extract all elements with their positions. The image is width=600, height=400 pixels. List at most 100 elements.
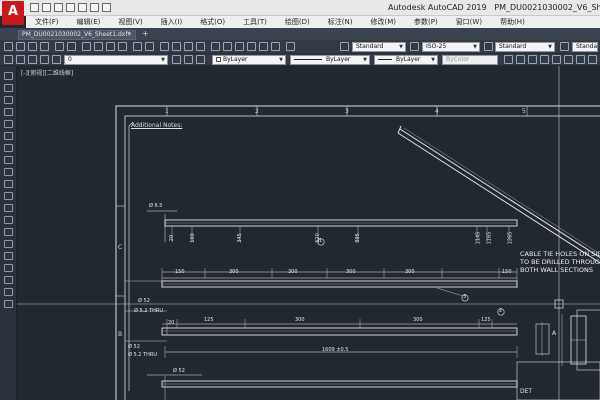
viewport-label[interactable]: [-][俯视][二维线框] (21, 68, 73, 77)
polyline-icon[interactable] (4, 96, 13, 104)
insert-block-icon[interactable] (4, 204, 13, 212)
new-file-icon[interactable] (30, 3, 39, 12)
table-style-icon[interactable] (484, 42, 493, 51)
layer-color-icon[interactable] (52, 55, 61, 64)
menu-window[interactable]: 窗口(W) (447, 17, 491, 27)
properties-icon[interactable] (211, 42, 220, 51)
cut-icon[interactable] (82, 42, 91, 51)
ordinate-dimension-icon[interactable] (540, 55, 549, 64)
layer-on-icon[interactable] (16, 55, 25, 64)
dim-300-b: 300 (288, 269, 298, 275)
menu-help[interactable]: 帮助(H) (491, 17, 534, 27)
drawing-canvas[interactable]: [-][俯视][二维线框] Additional Notes: CABLE TI… (17, 66, 600, 400)
copy-icon[interactable] (94, 42, 103, 51)
save-as-icon[interactable] (66, 3, 75, 12)
publish-icon[interactable] (67, 42, 76, 51)
add-selected-icon[interactable] (4, 300, 13, 308)
new-icon[interactable] (4, 42, 13, 51)
menu-dimension[interactable]: 标注(N) (319, 17, 362, 27)
layer-previous-icon[interactable] (184, 55, 193, 64)
redo-icon[interactable] (145, 42, 154, 51)
jogged-dimension-icon[interactable] (564, 55, 573, 64)
line-tool-icon[interactable] (4, 72, 13, 80)
open-file-icon[interactable] (42, 3, 51, 12)
menu-parametric[interactable]: 参数(P) (405, 17, 447, 27)
layer-lock-icon[interactable] (40, 55, 49, 64)
region-icon[interactable] (4, 264, 13, 272)
layer-freeze-icon[interactable] (28, 55, 37, 64)
angular-dimension-icon[interactable] (588, 55, 597, 64)
rectangle-icon[interactable] (4, 120, 13, 128)
layer-select[interactable]: 0 ▼ (64, 55, 168, 65)
ellipse-arc-icon[interactable] (4, 192, 13, 200)
menu-modify[interactable]: 修改(M) (361, 17, 405, 27)
menu-file[interactable]: 文件(F) (26, 17, 68, 27)
text-style-icon[interactable] (340, 42, 349, 51)
open-icon[interactable] (16, 42, 25, 51)
multileader-style-icon[interactable] (560, 42, 569, 51)
menu-draw[interactable]: 绘图(D) (276, 17, 319, 27)
dim-125-left: 125 (204, 317, 214, 323)
polygon-icon[interactable] (4, 108, 13, 116)
linetype-select[interactable]: ByLayer ▼ (290, 55, 370, 65)
table-icon[interactable] (4, 276, 13, 284)
menu-insert[interactable]: 插入(I) (152, 17, 192, 27)
lineweight-select[interactable]: ByLayer ▼ (374, 55, 438, 65)
print-icon[interactable] (78, 3, 87, 12)
dimension-style-icon[interactable] (410, 42, 419, 51)
linear-dimension-icon[interactable] (504, 55, 513, 64)
revision-cloud-icon[interactable] (4, 156, 13, 164)
spline-icon[interactable] (4, 168, 13, 176)
part-row-1 (147, 210, 518, 246)
menu-tools[interactable]: 工具(T) (234, 17, 276, 27)
point-icon[interactable] (4, 228, 13, 236)
dimension-style-select[interactable]: ISO-25 ▼ (422, 42, 480, 52)
zoom-window-icon[interactable] (184, 42, 193, 51)
hatch-icon[interactable] (4, 240, 13, 248)
make-current-layer-icon[interactable] (172, 55, 181, 64)
ellipse-icon[interactable] (4, 180, 13, 188)
drawing-tab[interactable]: PM_DU0021030002_V6_Sheet1.dxf* × (18, 30, 136, 40)
menu-view[interactable]: 视图(V) (109, 17, 151, 27)
diameter-dimension-icon[interactable] (576, 55, 585, 64)
tool-palettes-icon[interactable] (235, 42, 244, 51)
undo-icon[interactable] (133, 42, 142, 51)
new-tab-button[interactable]: + (142, 30, 149, 38)
quickcalc-icon[interactable] (271, 42, 280, 51)
zoom-previous-icon[interactable] (196, 42, 205, 51)
plot-preview-icon[interactable] (55, 42, 64, 51)
color-select[interactable]: ByLayer ▼ (212, 55, 286, 65)
design-center-icon[interactable] (223, 42, 232, 51)
layer-state-icon[interactable] (196, 55, 205, 64)
redo-icon[interactable] (102, 3, 111, 12)
markup-icon[interactable] (259, 42, 268, 51)
circle-icon[interactable] (4, 144, 13, 152)
layer-properties-icon[interactable] (4, 55, 13, 64)
plot-icon[interactable] (40, 42, 49, 51)
table-style-select[interactable]: Standard ▼ (495, 42, 555, 52)
aligned-dimension-icon[interactable] (516, 55, 525, 64)
close-tab-icon[interactable]: × (127, 31, 132, 39)
paste-icon[interactable] (106, 42, 115, 51)
arc-icon[interactable] (4, 132, 13, 140)
zoom-realtime-icon[interactable] (172, 42, 181, 51)
multiline-text-icon[interactable] (4, 288, 13, 296)
sheet-set-icon[interactable] (247, 42, 256, 51)
text-style-select[interactable]: Standard ▼ (352, 42, 406, 52)
arc-length-icon[interactable] (528, 55, 537, 64)
help-icon[interactable] (286, 42, 295, 51)
multileader-style-select[interactable]: Standard (572, 42, 598, 52)
menu-edit[interactable]: 编辑(E) (68, 17, 110, 27)
gradient-icon[interactable] (4, 252, 13, 260)
pan-icon[interactable] (160, 42, 169, 51)
save-icon[interactable] (28, 42, 37, 51)
zone-b: B (118, 331, 123, 338)
make-block-icon[interactable] (4, 216, 13, 224)
match-properties-icon[interactable] (118, 42, 127, 51)
menu-format[interactable]: 格式(O) (191, 17, 234, 27)
application-menu-button[interactable]: A (2, 1, 24, 25)
undo-icon[interactable] (90, 3, 99, 12)
radius-dimension-icon[interactable] (552, 55, 561, 64)
construction-line-icon[interactable] (4, 84, 13, 92)
save-icon[interactable] (54, 3, 63, 12)
